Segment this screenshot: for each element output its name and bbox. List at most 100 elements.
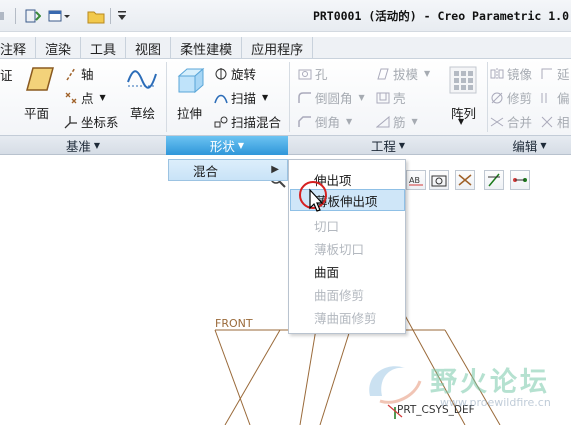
swept-blend-icon: [214, 115, 228, 129]
watermark-logo-icon: [369, 366, 422, 404]
group-shapes[interactable]: 形状 ▼: [166, 136, 288, 155]
mouse-cursor-icon: [299, 181, 327, 212]
group-editing[interactable]: 编辑 ▼: [488, 136, 571, 155]
group-separator: [487, 62, 488, 132]
tab-render[interactable]: 渲染: [36, 37, 82, 59]
regenerate-icon[interactable]: [22, 6, 44, 26]
chamfer-button[interactable]: 倒角 ▼: [298, 112, 352, 131]
watermark-url: www.proewildfire.cn: [440, 396, 551, 409]
point-button[interactable]: 点 ▼: [64, 88, 106, 107]
blend-submenu-item[interactable]: 混合 ▶: [168, 159, 288, 181]
axis-icon: [64, 67, 78, 81]
extend-label: 延: [557, 67, 570, 82]
group-engineering[interactable]: 工程 ▼: [289, 136, 487, 155]
front-plane-label: FRONT: [215, 317, 253, 330]
group-separator: [289, 62, 290, 132]
offset-label: 偏: [557, 91, 570, 106]
axis-button[interactable]: 轴: [64, 64, 94, 83]
open-folder-icon[interactable]: [86, 6, 106, 26]
chevron-down-icon: ▼: [540, 141, 547, 150]
sweep-dropdown-icon[interactable]: ▼: [262, 93, 268, 102]
draft-dropdown-icon[interactable]: ▼: [424, 69, 430, 78]
shell-icon: [376, 91, 390, 105]
point-label: 点: [81, 91, 94, 106]
sweep-button[interactable]: 扫描 ▼: [214, 88, 268, 107]
round-dropdown-icon[interactable]: ▼: [359, 93, 365, 102]
offset-button[interactable]: 偏: [540, 88, 570, 107]
group-datum-label: 基准: [65, 139, 91, 154]
hole-label: 孔: [315, 67, 328, 82]
datum-display-icon[interactable]: [455, 170, 475, 190]
merge-button[interactable]: 合并: [490, 112, 532, 131]
round-label: 倒圆角: [315, 91, 353, 106]
toolbar-separator: [110, 8, 111, 24]
tab-applications[interactable]: 应用程序: [242, 37, 314, 59]
swept-blend-button[interactable]: 扫描混合: [214, 112, 281, 131]
extrude-icon[interactable]: [174, 65, 206, 95]
revolve-icon: [214, 67, 228, 81]
offset-icon: [540, 91, 554, 105]
partial-datum-button[interactable]: 证: [0, 65, 13, 84]
tab-tools[interactable]: 工具: [81, 37, 127, 59]
draft-button[interactable]: 拔模 ▼: [376, 64, 430, 83]
ribbon: 证 平面 轴 点 ▼ 坐标系 草绘 拉伸 旋转 扫描 ▼ 扫描混合 孔 倒圆角 …: [0, 59, 571, 135]
chamfer-label: 倒角: [315, 115, 341, 130]
axis-label: 轴: [81, 67, 94, 82]
tab-view[interactable]: 视图: [126, 37, 172, 59]
rib-icon: [376, 115, 390, 129]
extrude-button[interactable]: 拉伸: [177, 103, 202, 122]
mirror-button[interactable]: 镜像: [490, 64, 532, 83]
menu-item-surface[interactable]: 曲面: [290, 260, 405, 282]
extend-button[interactable]: 延: [540, 64, 570, 83]
extrude-label: 拉伸: [177, 106, 203, 121]
swept-blend-label: 扫描混合: [231, 115, 282, 130]
watermark-text: 野火论坛: [430, 367, 550, 398]
point-display-icon[interactable]: [510, 170, 530, 190]
draft-label: 拔模: [393, 67, 419, 82]
sketch-icon[interactable]: [127, 65, 157, 93]
pattern-dropdown-icon[interactable]: ▼: [458, 117, 464, 126]
menu-item-surface-trim[interactable]: 曲面修剪: [290, 283, 405, 305]
partial-label: 证: [0, 68, 13, 83]
csys-label: 坐标系: [81, 115, 119, 130]
point-icon: [64, 91, 78, 105]
pattern-icon[interactable]: [448, 65, 478, 95]
mirror-icon: [490, 67, 504, 81]
window-title: PRT0001 (活动的) - Creo Parametric 1.0: [312, 9, 569, 23]
intersect-button[interactable]: 相: [540, 112, 570, 131]
round-button[interactable]: 倒圆角 ▼: [298, 88, 365, 107]
revolve-button[interactable]: 旋转: [214, 64, 256, 83]
rib-button[interactable]: 筋 ▼: [376, 112, 418, 131]
menu-item-thin-cut[interactable]: 薄板切口: [290, 237, 405, 259]
trim-button[interactable]: 修剪: [490, 88, 532, 107]
annotation-display-icon[interactable]: AB: [406, 170, 426, 190]
svg-text:AB: AB: [409, 176, 420, 185]
camera-icon[interactable]: [429, 170, 449, 190]
shell-button[interactable]: 壳: [376, 88, 406, 107]
intersect-label: 相: [557, 115, 570, 130]
chamfer-dropdown-icon[interactable]: ▼: [346, 117, 352, 126]
rib-dropdown-icon[interactable]: ▼: [412, 117, 418, 126]
sketch-button[interactable]: 草绘: [130, 103, 155, 122]
plane-button[interactable]: 平面: [24, 103, 49, 122]
shell-label: 壳: [393, 91, 406, 106]
tab-annotate[interactable]: 注释: [0, 37, 37, 59]
plane-icon[interactable]: [24, 65, 56, 93]
chevron-down-icon: ▼: [398, 141, 406, 150]
rib-label: 筋: [393, 115, 406, 130]
merge-icon: [490, 115, 504, 129]
menu-item-cut[interactable]: 切口: [290, 214, 405, 236]
point-dropdown-icon[interactable]: ▼: [100, 93, 106, 102]
trim-label: 修剪: [507, 91, 533, 106]
csys-button[interactable]: 坐标系: [64, 112, 119, 131]
window-icon[interactable]: [47, 6, 71, 26]
axis-display-icon[interactable]: [484, 170, 504, 190]
extend-icon: [540, 67, 554, 81]
tab-flexible-modeling[interactable]: 柔性建模: [171, 37, 243, 59]
menu-item-thin-surface-trim[interactable]: 薄曲面修剪: [290, 306, 405, 328]
customize-toolbar-icon[interactable]: [115, 6, 129, 26]
group-datum[interactable]: 基准 ▼: [0, 136, 166, 155]
group-engineering-label: 工程: [370, 139, 396, 154]
group-editing-label: 编辑: [512, 139, 538, 154]
hole-button[interactable]: 孔: [298, 64, 328, 83]
